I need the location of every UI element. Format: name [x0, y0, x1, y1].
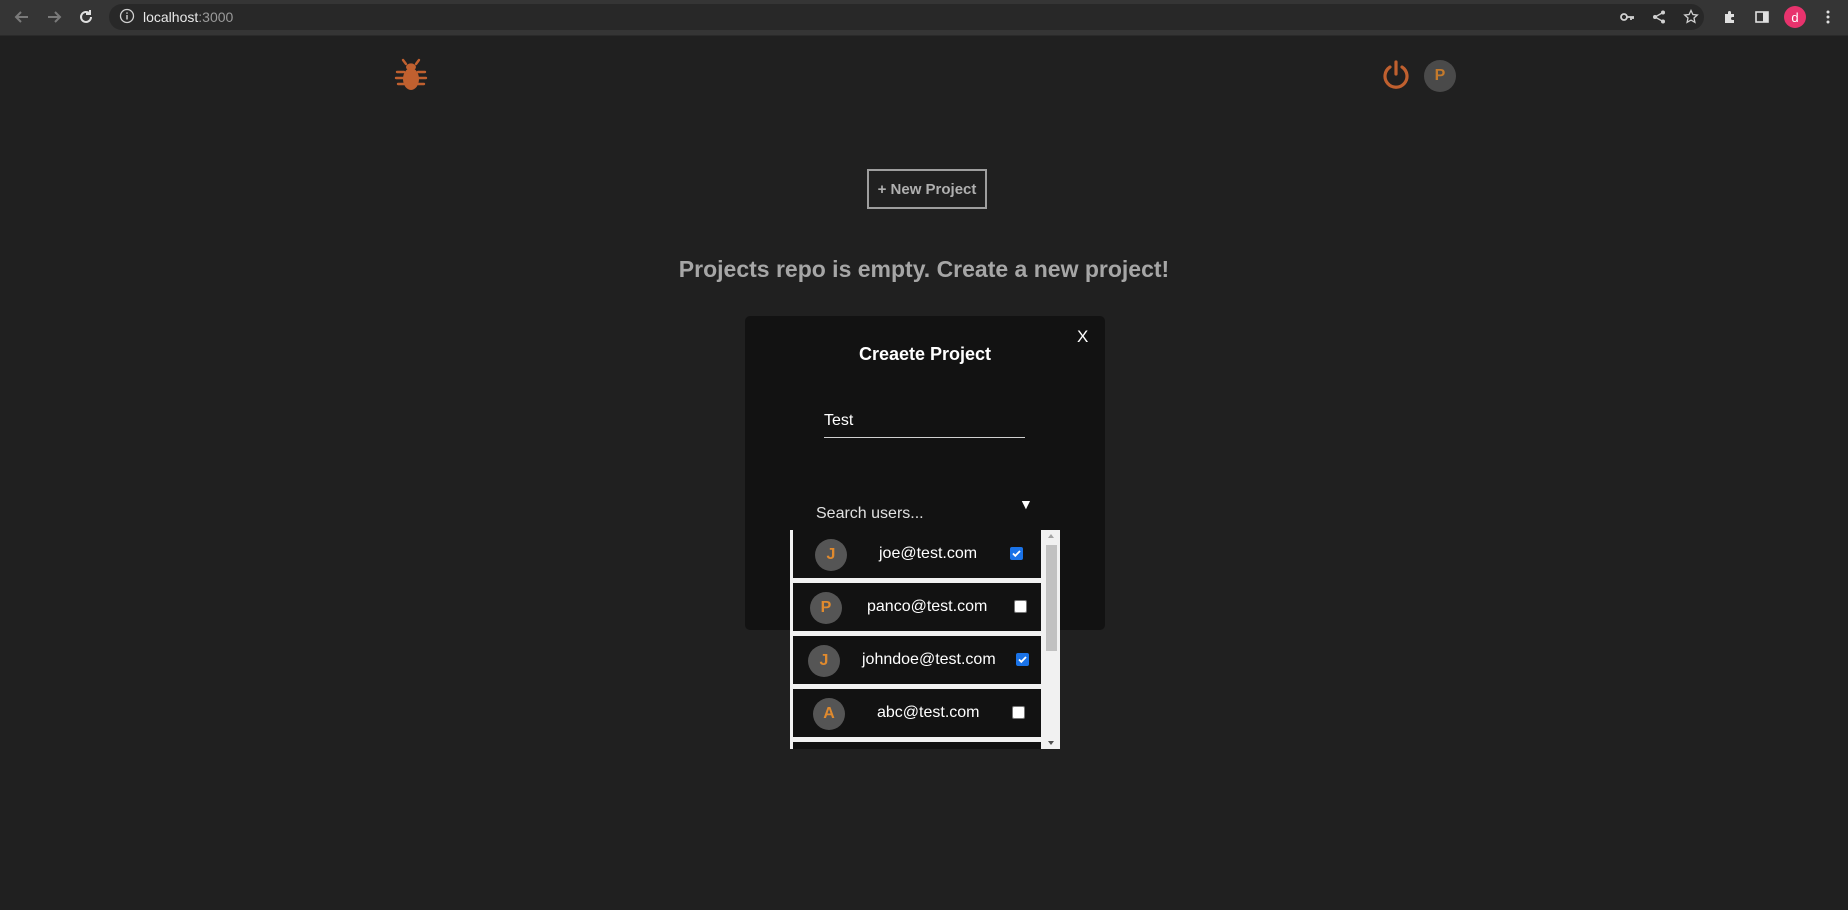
scroll-down-arrow-icon[interactable] [1048, 741, 1054, 745]
back-button[interactable] [9, 4, 35, 30]
profile-avatar[interactable]: d [1784, 6, 1806, 28]
user-row[interactable]: P panco@test.com [791, 583, 1043, 633]
power-icon[interactable] [1381, 60, 1411, 95]
forward-button[interactable] [41, 4, 67, 30]
user-row[interactable] [791, 742, 1043, 749]
checkmark-icon [1018, 656, 1027, 664]
user-avatar-badge: J [815, 539, 847, 571]
address-bar[interactable]: localhost:3000 [109, 4, 1704, 30]
user-email: joe@test.com [879, 545, 978, 562]
browser-toolbar: localhost:3000 d [0, 0, 1848, 36]
user-avatar-badge: J [808, 645, 840, 677]
empty-projects-message: Projects repo is empty. Create a new pro… [678, 256, 1170, 282]
checkmark-icon [1012, 550, 1021, 558]
forward-arrow-icon [48, 11, 62, 23]
share-icon[interactable] [1647, 5, 1671, 29]
user-checkbox[interactable] [1010, 547, 1023, 560]
extensions-icon[interactable] [1718, 5, 1742, 29]
user-avatar-badge: P [810, 592, 842, 624]
list-scrollbar[interactable] [1043, 530, 1060, 749]
key-icon[interactable] [1615, 5, 1639, 29]
url-port: :3000 [198, 9, 234, 25]
user-avatar[interactable]: P [1424, 60, 1456, 92]
project-name-input[interactable] [824, 405, 1025, 438]
user-avatar-badge: A [813, 698, 845, 730]
back-arrow-icon [14, 11, 28, 23]
bug-icon[interactable] [394, 58, 428, 97]
side-panel-icon[interactable] [1750, 5, 1774, 29]
user-email: panco@test.com [867, 598, 988, 615]
reload-icon [80, 10, 92, 23]
new-project-button[interactable]: + New Project [867, 169, 987, 209]
user-checkbox[interactable] [1014, 600, 1027, 613]
user-checkbox[interactable] [1016, 653, 1029, 666]
url-host: localhost [143, 9, 199, 25]
site-info-icon[interactable] [119, 8, 135, 29]
dropdown-arrow-icon[interactable]: ▼ [1019, 496, 1033, 512]
user-row[interactable]: A abc@test.com [791, 689, 1043, 739]
reload-button[interactable] [73, 4, 99, 30]
user-list: J joe@test.com P panco@test.com J johndo… [790, 530, 1060, 749]
menu-kebab-icon[interactable] [1816, 5, 1840, 29]
user-email: abc@test.com [877, 704, 980, 721]
search-users-input[interactable] [816, 502, 1006, 526]
scroll-up-arrow-icon[interactable] [1048, 534, 1054, 538]
user-email: johndoe@test.com [862, 651, 996, 668]
modal-title: Creaete Project [858, 344, 992, 364]
user-row[interactable]: J johndoe@test.com [791, 636, 1043, 686]
url-text: localhost:3000 [143, 9, 233, 25]
user-row[interactable]: J joe@test.com [791, 530, 1043, 580]
user-checkbox[interactable] [1012, 706, 1025, 719]
scroll-thumb[interactable] [1046, 545, 1057, 651]
bookmark-star-icon[interactable] [1679, 5, 1703, 29]
